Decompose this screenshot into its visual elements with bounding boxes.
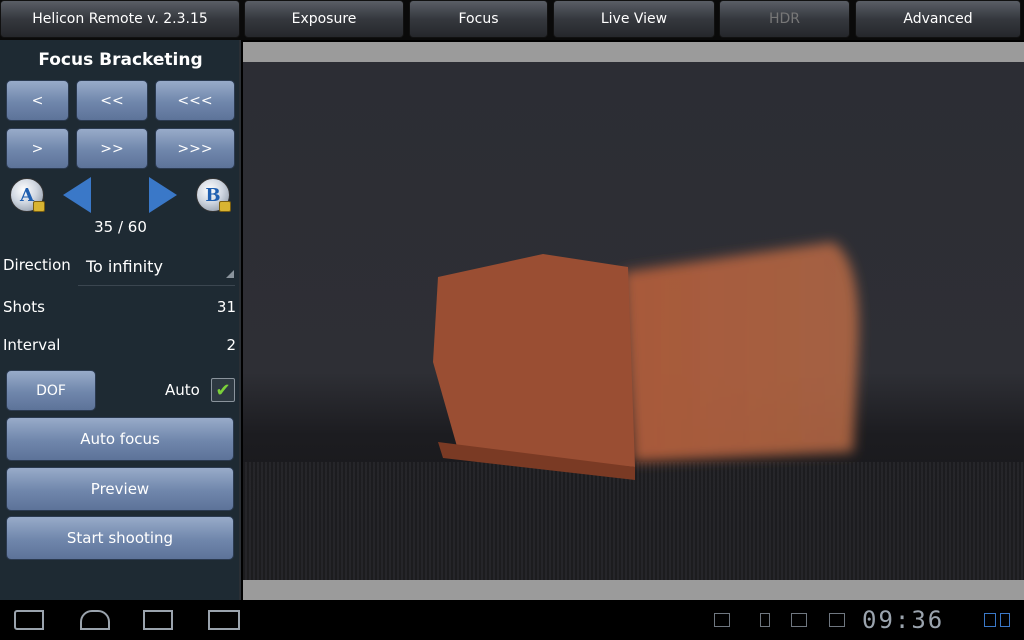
point-a-letter: A	[20, 184, 34, 206]
tab-exposure[interactable]: Exposure	[244, 0, 404, 38]
direction-label: Direction	[3, 256, 71, 274]
step-forward-2-button[interactable]: >>	[76, 128, 148, 169]
mail-icon	[829, 613, 845, 627]
tab-advanced[interactable]: Advanced	[855, 0, 1021, 38]
step-back-1-button[interactable]: <	[6, 80, 69, 121]
dropdown-arrow-icon	[226, 270, 234, 278]
battery-icon	[1000, 613, 1010, 627]
step-back-3-button[interactable]: <<<	[155, 80, 235, 121]
step-forward-1-button[interactable]: >	[6, 128, 69, 169]
shots-label: Shots	[3, 298, 45, 316]
recent-apps-icon[interactable]	[143, 610, 173, 630]
auto-checkbox[interactable]: ✔	[211, 378, 235, 402]
panel-title: Focus Bracketing	[38, 50, 203, 70]
start-shooting-button[interactable]: Start shooting	[6, 516, 234, 560]
auto-focus-button[interactable]: Auto focus	[6, 417, 234, 461]
interval-value[interactable]: 2	[150, 336, 236, 354]
direction-select[interactable]: To infinity	[86, 257, 163, 276]
wifi-icon	[984, 613, 996, 627]
set-point-b-icon[interactable]: B	[196, 178, 231, 212]
preview-button[interactable]: Preview	[6, 467, 234, 511]
auto-label: Auto	[165, 381, 200, 399]
shots-value[interactable]: 31	[150, 298, 236, 316]
app-grid-icon[interactable]	[208, 610, 240, 630]
tab-focus[interactable]: Focus	[409, 0, 548, 38]
focus-counter: 35 / 60	[94, 218, 147, 236]
arrow-right-icon[interactable]	[149, 177, 177, 213]
set-point-a-icon[interactable]: A	[10, 178, 45, 212]
tab-hdr: HDR	[719, 0, 850, 38]
live-preview-image[interactable]	[243, 62, 1024, 580]
camera-icon	[714, 613, 730, 627]
focus-bracketing-panel: Focus Bracketing < << <<< > >> >>> A B 3…	[0, 40, 241, 600]
step-forward-3-button[interactable]: >>>	[155, 128, 235, 169]
lock-icon	[33, 201, 45, 212]
home-icon[interactable]	[80, 610, 110, 630]
step-back-2-button[interactable]: <<	[76, 80, 148, 121]
dof-button[interactable]: DOF	[6, 370, 96, 411]
interval-label: Interval	[3, 336, 61, 354]
live-view-area	[243, 42, 1024, 600]
clock: 09:36	[862, 606, 945, 634]
top-tab-bar: Helicon Remote v. 2.3.15 Exposure Focus …	[0, 0, 1024, 40]
arrow-left-icon[interactable]	[63, 177, 91, 213]
direction-underline	[78, 285, 235, 286]
subject-graphic	[433, 242, 859, 480]
battery-small-icon	[760, 613, 770, 627]
photo-icon	[791, 613, 807, 627]
app-title-tab[interactable]: Helicon Remote v. 2.3.15	[0, 0, 240, 38]
back-icon[interactable]	[14, 610, 44, 630]
tab-live-view[interactable]: Live View	[553, 0, 715, 38]
lock-icon	[219, 201, 231, 212]
